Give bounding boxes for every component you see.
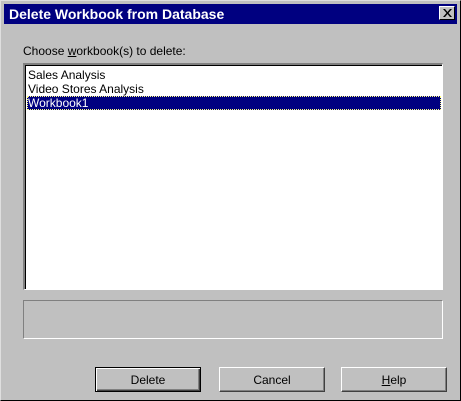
close-icon — [443, 9, 452, 17]
list-item[interactable]: Sales Analysis — [27, 68, 441, 82]
workbook-listbox[interactable]: Sales Analysis Video Stores Analysis Wor… — [23, 63, 443, 290]
cancel-button[interactable]: Cancel — [219, 367, 325, 392]
window-title: Delete Workbook from Database — [9, 6, 225, 22]
list-item[interactable]: Workbook1 — [27, 96, 441, 110]
status-panel — [23, 300, 443, 339]
help-button[interactable]: Help — [341, 367, 447, 392]
title-bar[interactable]: Delete Workbook from Database — [4, 4, 457, 24]
delete-button[interactable]: Delete — [95, 367, 201, 392]
delete-workbook-dialog: Delete Workbook from Database Choose wor… — [0, 0, 461, 401]
close-button[interactable] — [439, 6, 455, 20]
workbook-list-label: Choose workbook(s) to delete: — [23, 44, 186, 58]
list-item[interactable]: Video Stores Analysis — [27, 82, 441, 96]
